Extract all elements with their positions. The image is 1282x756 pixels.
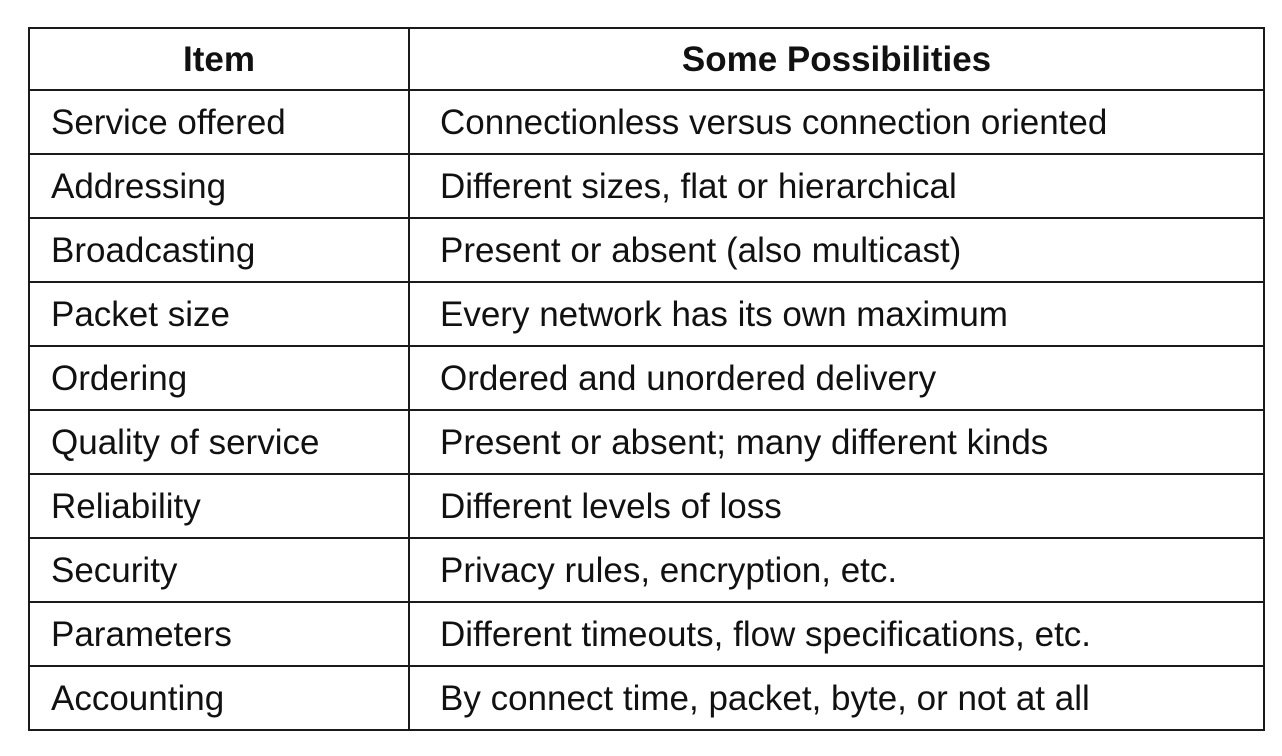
item-cell: Accounting <box>28 665 410 731</box>
possibilities-cell: Present or absent (also multicast) <box>408 217 1265 283</box>
possibilities-cell: Different sizes, flat or hierarchical <box>408 153 1265 219</box>
possibilities-cell: By connect time, packet, byte, or not at… <box>408 665 1265 731</box>
table-row: Security Privacy rules, encryption, etc. <box>28 537 1265 603</box>
column-header-possibilities: Some Possibilities <box>408 27 1265 91</box>
table-row: Ordering Ordered and unordered delivery <box>28 345 1265 411</box>
item-cell: Service offered <box>28 89 410 155</box>
table-row: Packet size Every network has its own ma… <box>28 281 1265 347</box>
table-row: Quality of service Present or absent; ma… <box>28 409 1265 475</box>
item-cell: Security <box>28 537 410 603</box>
item-cell: Packet size <box>28 281 410 347</box>
possibilities-cell: Different timeouts, flow specifications,… <box>408 601 1265 667</box>
item-cell: Addressing <box>28 153 410 219</box>
comparison-table-container: Item Some Possibilities Service offered … <box>28 27 1265 731</box>
network-differences-table: Item Some Possibilities Service offered … <box>28 27 1265 731</box>
table-header-row: Item Some Possibilities <box>28 27 1265 91</box>
possibilities-cell: Ordered and unordered delivery <box>408 345 1265 411</box>
possibilities-cell: Privacy rules, encryption, etc. <box>408 537 1265 603</box>
table-row: Addressing Different sizes, flat or hier… <box>28 153 1265 219</box>
column-header-item: Item <box>28 27 410 91</box>
table-row: Accounting By connect time, packet, byte… <box>28 665 1265 731</box>
item-cell: Ordering <box>28 345 410 411</box>
item-cell: Broadcasting <box>28 217 410 283</box>
item-cell: Quality of service <box>28 409 410 475</box>
table-row: Service offered Connectionless versus co… <box>28 89 1265 155</box>
possibilities-cell: Every network has its own maximum <box>408 281 1265 347</box>
possibilities-cell: Different levels of loss <box>408 473 1265 539</box>
possibilities-cell: Connectionless versus connection oriente… <box>408 89 1265 155</box>
possibilities-cell: Present or absent; many different kinds <box>408 409 1265 475</box>
table-row: Parameters Different timeouts, flow spec… <box>28 601 1265 667</box>
table-row: Reliability Different levels of loss <box>28 473 1265 539</box>
item-cell: Parameters <box>28 601 410 667</box>
table-row: Broadcasting Present or absent (also mul… <box>28 217 1265 283</box>
item-cell: Reliability <box>28 473 410 539</box>
